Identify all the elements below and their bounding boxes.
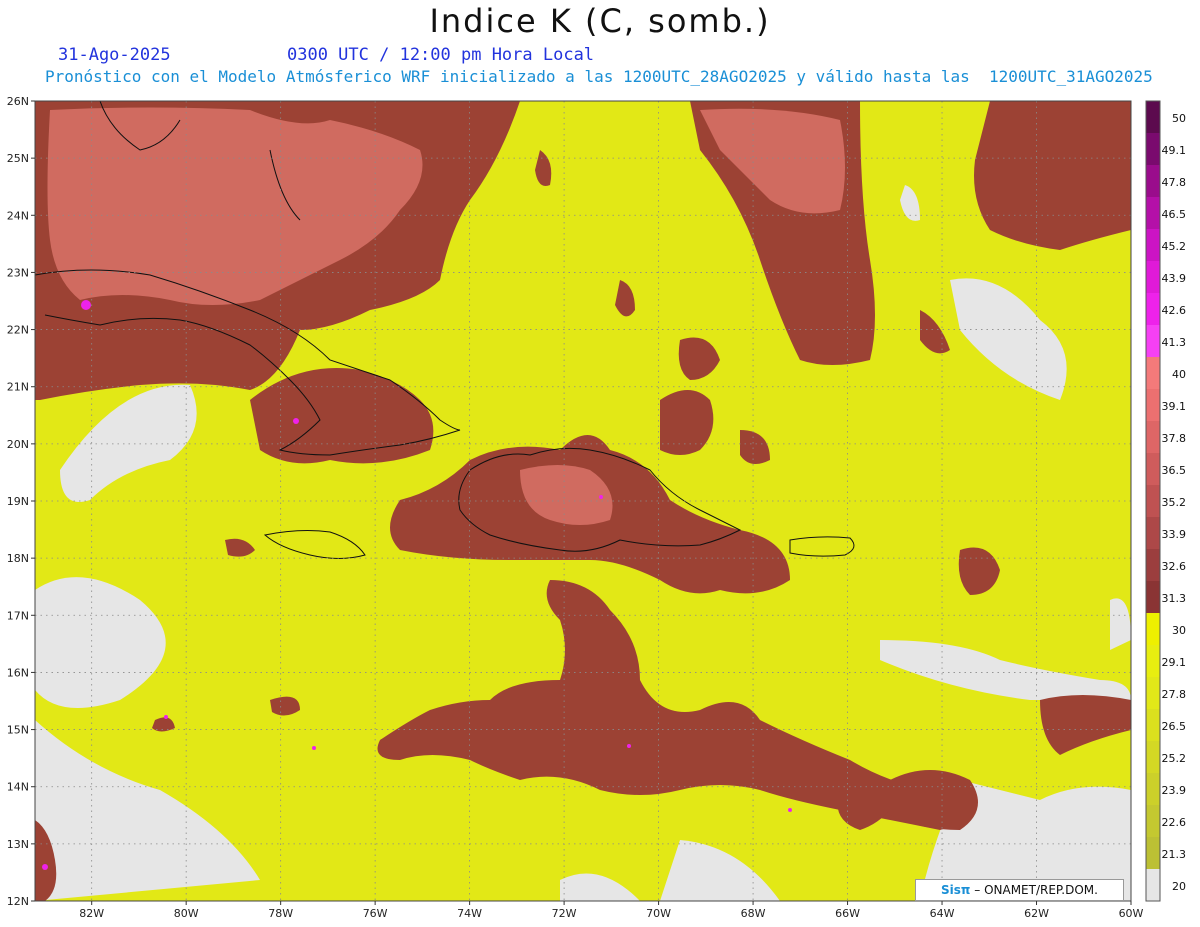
colorbar-label: 49.1: [1162, 144, 1187, 157]
lon-tick-label: 72W: [552, 907, 577, 920]
lat-tick-label: 16N: [7, 666, 29, 679]
colorbar-label: 29.1: [1162, 656, 1187, 669]
lat-tick-label: 25N: [7, 152, 29, 165]
lat-tick-label: 26N: [7, 95, 29, 108]
colorbar-label: 42.6: [1162, 304, 1187, 317]
lat-tick-label: 24N: [7, 209, 29, 222]
colorbar-label: 47.8: [1162, 176, 1187, 189]
colorbar-label: 31.3: [1162, 592, 1187, 605]
colorbar-label: 46.5: [1162, 208, 1187, 221]
colorbar-label: 26.5: [1162, 720, 1187, 733]
colorbar-swatch: [1146, 741, 1160, 774]
colorbar-swatch: [1146, 773, 1160, 806]
colorbar-label: 35.2: [1162, 496, 1187, 509]
credit-box: Sisπ – ONAMET/REP.DOM.: [915, 879, 1124, 901]
colorbar-label: 23.9: [1162, 784, 1187, 797]
k-index-map: 26N 25N 24N 23N 22N 21N 20N 19N 18N 17N 16N 15N 14N 1…: [7, 95, 1187, 920]
lon-tick-label: 82W: [79, 907, 104, 920]
lon-tick-label: 80W: [174, 907, 199, 920]
colorbar-swatch: [1146, 709, 1160, 742]
colorbar-label: 20: [1172, 880, 1186, 893]
colorbar-swatch: [1146, 869, 1160, 902]
colorbar-label: 30: [1172, 624, 1186, 637]
lon-tick-label: 64W: [930, 907, 955, 920]
colorbar-swatch: [1146, 101, 1160, 134]
colorbar-swatch: [1146, 805, 1160, 838]
colorbar-swatch: [1146, 837, 1160, 870]
credit-text: – ONAMET/REP.DOM.: [974, 883, 1098, 897]
lat-tick-label: 19N: [7, 495, 29, 508]
lon-tick-label: 66W: [835, 907, 860, 920]
lat-tick-label: 12N: [7, 895, 29, 908]
colorbar-label: 37.8: [1162, 432, 1187, 445]
colorbar-swatch: [1146, 613, 1160, 646]
colorbar-swatch: [1146, 261, 1160, 294]
colorbar-swatch: [1146, 389, 1160, 422]
colorbar-label: 45.2: [1162, 240, 1187, 253]
colorbar-swatch: [1146, 197, 1160, 230]
colorbar-swatch: [1146, 517, 1160, 550]
colorbar-swatch: [1146, 229, 1160, 262]
colorbar-swatch: [1146, 421, 1160, 454]
lon-tick-label: 68W: [741, 907, 766, 920]
lat-tick-label: 22N: [7, 324, 29, 337]
colorbar-swatch: [1146, 485, 1160, 518]
colorbar-swatch: [1146, 357, 1160, 390]
colorbar: 50 49.1 47.8 46.5 45.2 43.9 42.6 41.3 40 39.1 37.8…: [1145, 100, 1187, 902]
colorbar-label: 50: [1172, 112, 1186, 125]
colorbar-label: 25.2: [1162, 752, 1187, 765]
colorbar-label: 21.3: [1162, 848, 1187, 861]
lat-tick-label: 15N: [7, 724, 29, 737]
lon-tick-label: 60W: [1119, 907, 1144, 920]
lon-tick-label: 74W: [457, 907, 482, 920]
lat-tick-label: 13N: [7, 838, 29, 851]
lon-tick-label: 78W: [268, 907, 293, 920]
lon-tick-label: 62W: [1024, 907, 1049, 920]
colorbar-label: 27.8: [1162, 688, 1187, 701]
map-plot-area: [35, 101, 1131, 901]
colorbar-label: 39.1: [1162, 400, 1187, 413]
colorbar-swatch: [1146, 453, 1160, 486]
longitude-ticks: 82W 80W 78W 76W 74W 72W 70W 68W 66W 64W 62W 60W: [79, 901, 1144, 920]
lat-tick-label: 18N: [7, 552, 29, 565]
colorbar-label: 41.3: [1162, 336, 1187, 349]
colorbar-label: 22.6: [1162, 816, 1187, 829]
lat-tick-label: 20N: [7, 438, 29, 451]
lon-tick-label: 76W: [363, 907, 388, 920]
colorbar-swatch: [1146, 581, 1160, 614]
lat-tick-label: 21N: [7, 381, 29, 394]
colorbar-label: 32.6: [1162, 560, 1187, 573]
lon-tick-label: 70W: [646, 907, 671, 920]
colorbar-label: 40: [1172, 368, 1186, 381]
colorbar-swatch: [1146, 549, 1160, 582]
colorbar-swatch: [1146, 293, 1160, 326]
lat-tick-label: 17N: [7, 609, 29, 622]
colorbar-swatch: [1146, 133, 1160, 166]
lat-tick-label: 14N: [7, 781, 29, 794]
colorbar-label: 43.9: [1162, 272, 1187, 285]
colorbar-swatch: [1146, 165, 1160, 198]
colorbar-swatch: [1146, 645, 1160, 678]
sispi-logo: Sisπ: [941, 883, 971, 897]
colorbar-label: 36.5: [1162, 464, 1187, 477]
latitude-ticks: 26N 25N 24N 23N 22N 21N 20N 19N 18N 17N 16N 15N 14N 1…: [7, 95, 35, 908]
colorbar-label: 33.9: [1162, 528, 1187, 541]
colorbar-swatch: [1146, 677, 1160, 710]
colorbar-swatch: [1146, 325, 1160, 358]
lat-tick-label: 23N: [7, 266, 29, 279]
